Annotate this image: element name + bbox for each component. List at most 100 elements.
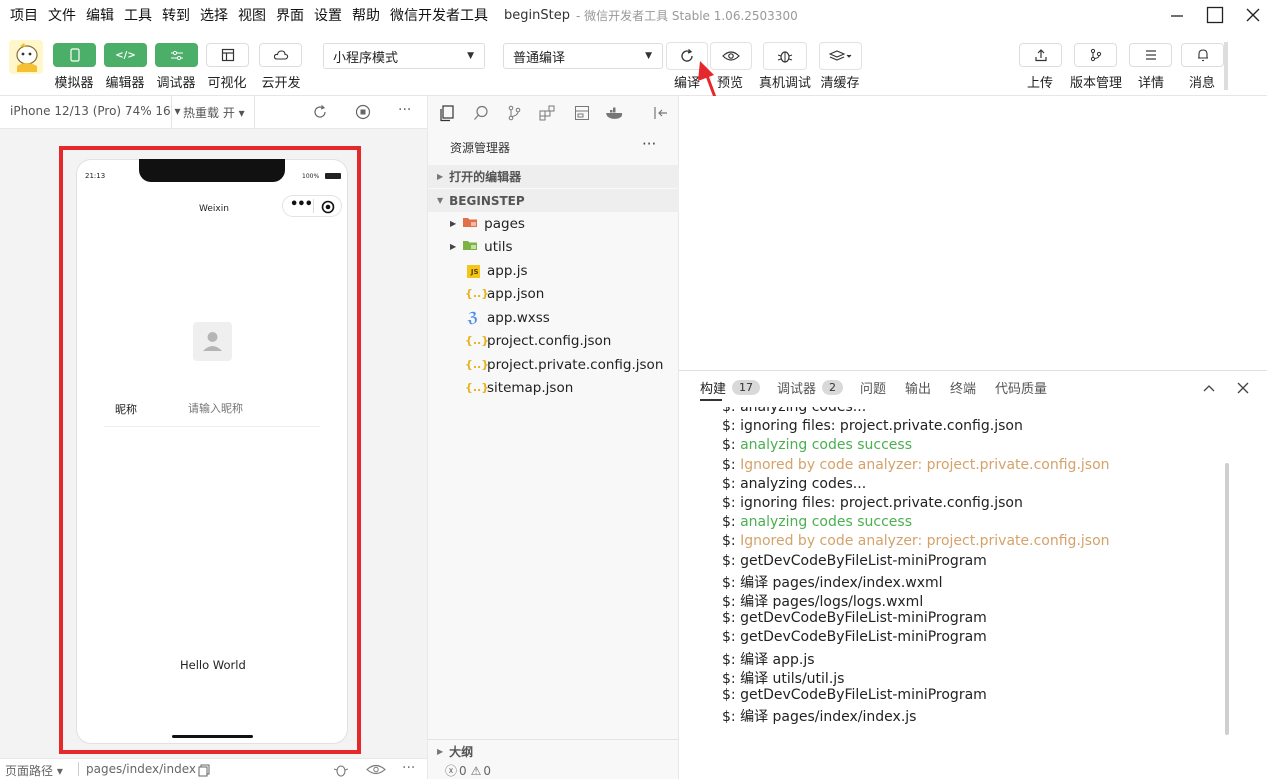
log-line: $: 编译 app.js	[722, 649, 815, 669]
tree-item-sitemap[interactable]: {..} sitemap.json	[428, 376, 679, 399]
tree-item-pages[interactable]: ▶ pages	[428, 212, 679, 235]
mode-select[interactable]: 小程序模式 ▼	[323, 43, 485, 69]
page-path-select[interactable]: 页面路径 ▾	[5, 762, 63, 779]
tab-output[interactable]: 输出	[905, 378, 931, 397]
close-panel-icon[interactable]	[1237, 382, 1249, 394]
clear-cache-label: 清缓存	[820, 76, 860, 91]
version-control-button[interactable]	[1074, 43, 1117, 67]
log-text: analyzing codes...	[740, 407, 867, 415]
layout-icon	[221, 48, 234, 62]
close-icon	[1246, 8, 1260, 22]
log-prefix: $:	[722, 475, 741, 492]
cloud-dev-label: 云开发	[261, 76, 301, 91]
tree-item-utils[interactable]: ▶ utils	[428, 235, 679, 258]
simulator-label: 模拟器	[54, 76, 94, 91]
cloud-dev-button[interactable]	[259, 43, 302, 67]
docker-icon[interactable]	[604, 104, 626, 122]
menu-file[interactable]: 文件	[38, 5, 76, 25]
log-text: analyzing codes success	[740, 514, 913, 531]
tab-debugger[interactable]: 调试器 2	[777, 378, 844, 397]
rotate-button[interactable]	[312, 104, 328, 123]
toolbar: </> 模拟器 编辑器 调试器 可视化 云开发 小程序模式 ▼ 普通编译 ▼ 编…	[0, 30, 1267, 96]
menu-icon	[1145, 50, 1156, 60]
caret-right-icon: ▶	[437, 746, 444, 756]
debugger-button[interactable]	[155, 43, 198, 67]
tree-item-project-private-config[interactable]: {..} project.private.config.json	[428, 353, 679, 376]
editor-area[interactable]	[679, 96, 1267, 370]
outline-section[interactable]: ▶ 大纲	[428, 739, 679, 762]
menu-select[interactable]: 选择	[190, 5, 228, 25]
caret-right-icon: ▶	[450, 242, 457, 251]
menu-tools[interactable]: 工具	[114, 5, 152, 25]
maximize-button[interactable]	[1198, 0, 1232, 30]
tab-code-quality[interactable]: 代码质量	[995, 378, 1047, 397]
log-prefix: $:	[722, 418, 741, 435]
messages-button[interactable]	[1181, 43, 1224, 67]
menu-view[interactable]: 视图	[228, 5, 266, 25]
copy-icon[interactable]	[198, 764, 210, 777]
compile-mode-select[interactable]: 普通编译 ▼	[503, 43, 663, 69]
bug-icon[interactable]	[332, 762, 350, 778]
more-icon[interactable]: ···	[402, 760, 415, 776]
tab-label: 构建	[700, 382, 727, 397]
menu-interface[interactable]: 界面	[266, 5, 304, 25]
open-editors-section[interactable]: ▶ 打开的编辑器	[428, 165, 679, 188]
stop-button[interactable]	[355, 104, 371, 123]
log-scrollbar[interactable]	[1225, 463, 1229, 735]
collapse-panel-icon[interactable]	[650, 104, 672, 122]
search-icon[interactable]	[470, 104, 492, 122]
menu-wechat-devtools[interactable]: 微信开发者工具	[380, 5, 488, 25]
chevron-up-icon[interactable]	[1202, 382, 1216, 394]
log-prefix: $:	[722, 687, 741, 703]
tree-item-project-config[interactable]: {..} project.config.json	[428, 329, 679, 352]
log-line: $: Ignored by code analyzer: project.pri…	[722, 457, 1110, 473]
close-window-button[interactable]	[1236, 0, 1267, 30]
folder-icon	[462, 216, 478, 231]
layout-panel-icon[interactable]	[571, 104, 593, 122]
problems-status[interactable]: ⓧ 0 ⚠ 0	[428, 762, 679, 779]
active-tab-indicator	[700, 399, 722, 401]
more-icon[interactable]: ···	[398, 102, 411, 118]
device-select[interactable]: iPhone 12/13 (Pro) 74% 16 ▾	[10, 104, 181, 118]
real-device-debug-button[interactable]	[763, 42, 807, 70]
divider	[78, 762, 79, 776]
menu-goto[interactable]: 转到	[152, 5, 190, 25]
hot-reload-toggle[interactable]: 热重载 开 ▾	[183, 104, 245, 121]
more-icon[interactable]: ···	[642, 135, 656, 153]
user-avatar[interactable]	[9, 40, 43, 74]
log-line: $: analyzing codes...	[722, 407, 866, 415]
tab-terminal[interactable]: 终端	[950, 378, 976, 397]
menu-project[interactable]: 项目	[0, 5, 38, 25]
eye-icon[interactable]	[366, 763, 386, 776]
log-prefix: $:	[722, 670, 741, 687]
upload-button[interactable]	[1019, 43, 1062, 67]
details-button[interactable]	[1129, 43, 1172, 67]
json-file-icon: {..}	[465, 334, 490, 347]
log-line: $: analyzing codes success	[722, 437, 912, 453]
extensions-icon[interactable]	[536, 104, 558, 122]
project-section[interactable]: ▼ BEGINSTEP	[428, 189, 679, 212]
files-icon[interactable]	[436, 104, 458, 122]
minimize-button[interactable]	[1160, 0, 1194, 30]
source-control-icon[interactable]	[503, 104, 525, 122]
clear-cache-button[interactable]	[819, 42, 862, 70]
tree-item-app-wxss[interactable]: ℨ app.wxss	[428, 306, 679, 329]
editor-button[interactable]: </>	[104, 43, 147, 67]
file-name: pages	[484, 215, 525, 232]
visual-button[interactable]	[206, 43, 249, 67]
log-line: $: 编译 pages/logs/logs.wxml	[722, 591, 923, 611]
caret-right-icon: ▶	[437, 172, 444, 181]
log-line: $: 编译 pages/index/index.js	[722, 706, 916, 726]
menu-bar: 项目 文件 编辑 工具 转到 选择 视图 界面 设置 帮助 微信开发者工具 be…	[0, 0, 1267, 30]
menu-help[interactable]: 帮助	[342, 5, 380, 25]
tree-item-app-json[interactable]: {..} app.json	[428, 282, 679, 305]
tab-build[interactable]: 构建 17	[700, 378, 761, 397]
window-subtitle: - 微信开发者工具 Stable 1.06.2503300	[575, 8, 798, 23]
toolbar-scrollbar[interactable]	[1224, 42, 1228, 90]
menu-edit[interactable]: 编辑	[76, 5, 114, 25]
tree-item-app-js[interactable]: JS app.js	[428, 259, 679, 282]
menu-settings[interactable]: 设置	[304, 5, 342, 25]
tab-problems[interactable]: 问题	[860, 378, 886, 397]
simulator-button[interactable]	[53, 43, 96, 67]
log-prefix: $:	[722, 709, 741, 726]
